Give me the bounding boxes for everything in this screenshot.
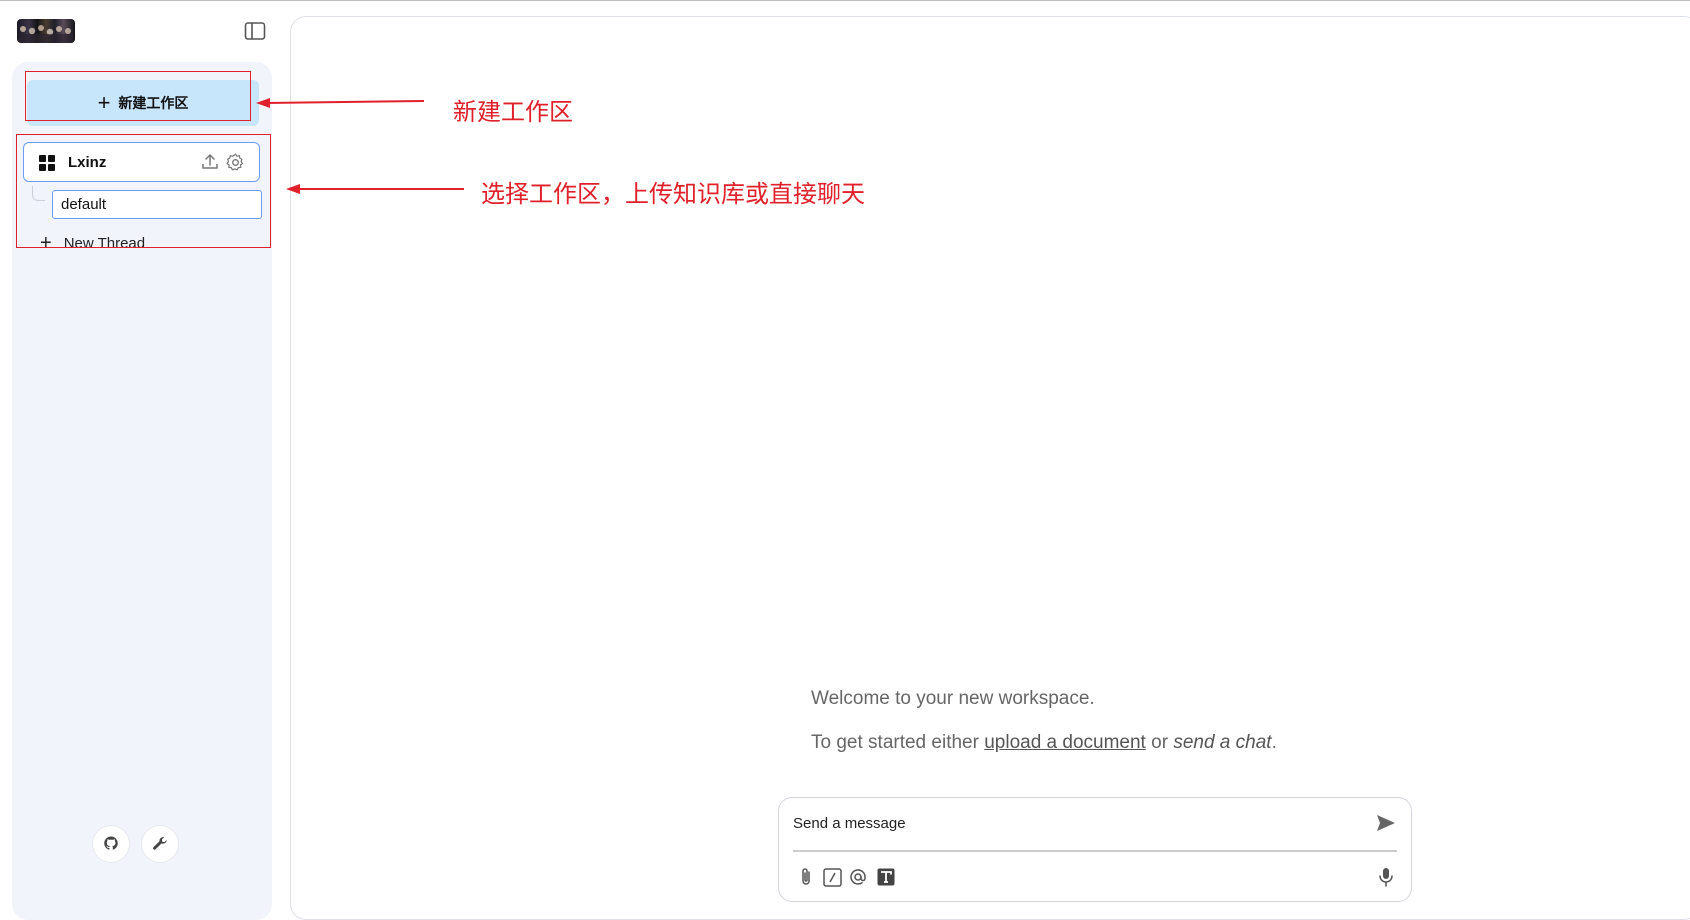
attachment-icon[interactable] (795, 866, 817, 888)
upload-document-link[interactable]: upload a document (984, 732, 1146, 753)
annotation-box-new-workspace (25, 71, 251, 121)
send-icon[interactable] (1375, 812, 1397, 834)
or-text: or (1151, 732, 1169, 753)
microphone-icon[interactable] (1375, 866, 1397, 888)
period-text: . (1271, 732, 1277, 753)
get-started-text: To get started either upload a document … (811, 732, 1277, 754)
welcome-text: Welcome to your new workspace. (811, 688, 1095, 709)
window-top-border (0, 0, 1690, 1)
text-size-icon[interactable] (875, 866, 897, 888)
settings-wrench-button[interactable] (142, 826, 178, 862)
slash-command-icon[interactable] (821, 866, 843, 888)
annotation-new-workspace: 新建工作区 (453, 98, 573, 126)
main-panel (290, 16, 1690, 920)
github-icon (104, 836, 118, 850)
get-started-prefix: To get started either (811, 732, 979, 753)
composer-divider (793, 850, 1397, 852)
mention-icon[interactable] (847, 866, 869, 888)
message-composer (778, 797, 1412, 902)
annotation-select-workspace: 选择工作区，上传知识库或直接聊天 (481, 180, 865, 208)
message-input[interactable] (793, 810, 1353, 836)
wrench-icon (153, 837, 167, 850)
sidebar-toggle-icon[interactable] (244, 21, 266, 41)
app-logo (17, 19, 75, 43)
annotation-box-workspace-list (16, 134, 271, 248)
github-button[interactable] (93, 826, 129, 862)
send-chat-link[interactable]: send a chat (1173, 732, 1271, 753)
